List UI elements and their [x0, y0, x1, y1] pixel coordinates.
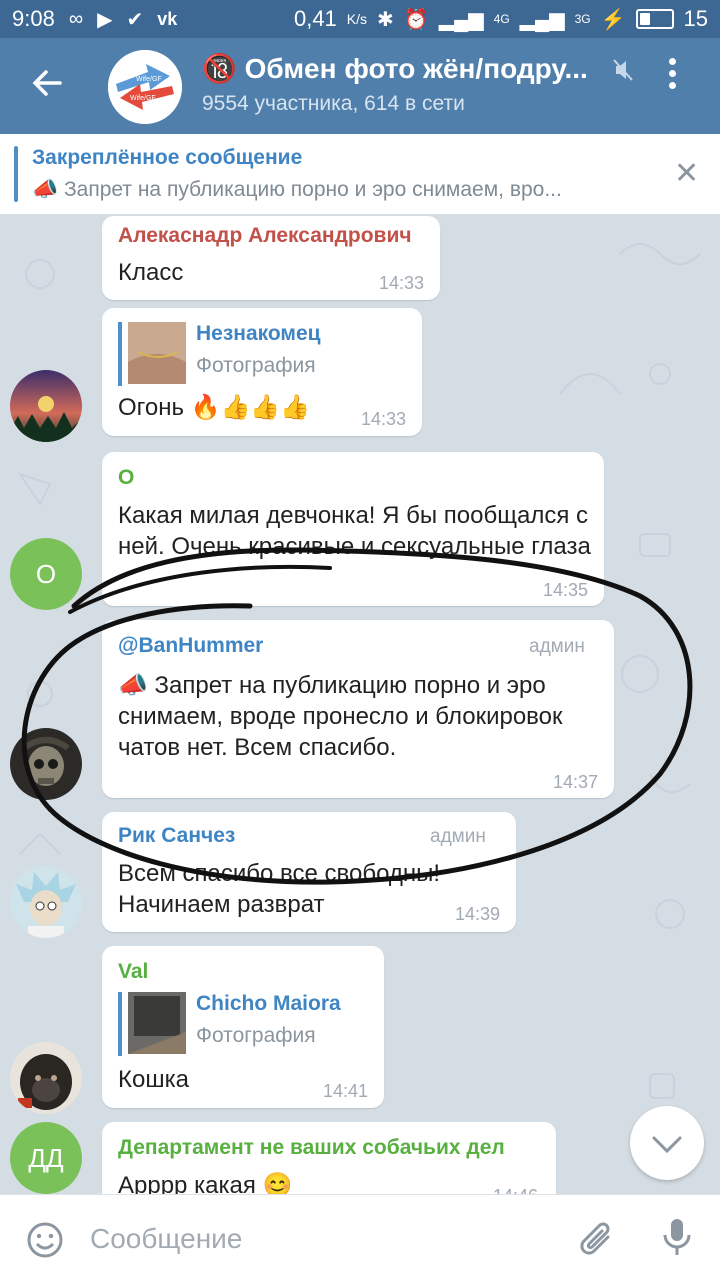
reply-type: Фотография [196, 1024, 316, 1047]
message-bubble[interactable]: @BanHummer админ 📣 Запрет на публикацию … [102, 620, 614, 798]
message-time: 14:39 [455, 904, 501, 924]
chat-title[interactable]: 🔞 Обмен фото жён/подру... [202, 52, 602, 85]
network-type-2: 3G [574, 12, 591, 26]
message-input[interactable]: Сообщение [90, 1223, 242, 1255]
message-sender[interactable]: Val [118, 960, 148, 984]
more-menu-icon[interactable] [666, 58, 678, 94]
avatar-letter: ДД [28, 1143, 64, 1173]
message-list[interactable]: Алекаснадр Александрович Класс 14:33 Нез… [0, 214, 720, 1194]
message-time: 14:33 [361, 409, 407, 429]
chevron-down-icon [652, 1136, 682, 1154]
charging-icon: ⚡ [600, 8, 626, 31]
signal-icon-2: ▂▄▆ [519, 8, 565, 31]
battery-level: 15 [683, 6, 708, 31]
pinned-title: Закреплённое сообщение [32, 146, 303, 169]
avatar[interactable] [10, 370, 82, 442]
chat-subtitle: 9554 участника, 614 в сети [202, 92, 465, 115]
check-circle-icon: ✔ [126, 8, 144, 31]
chat-header: Wife/GF Wife/GF 🔞 Обмен фото жён/подру..… [0, 38, 720, 134]
avatar-letter: O [35, 559, 57, 589]
message-text: Арррр какая 😊 [118, 1172, 293, 1194]
message-time: 14:46 [493, 1186, 538, 1194]
bluetooth-icon: ✱ [377, 8, 394, 31]
message-time: 14:33 [379, 273, 425, 293]
back-arrow-icon[interactable] [30, 66, 64, 108]
message-text: Кошка [118, 1066, 189, 1093]
pinned-message[interactable]: Закреплённое сообщение 📣 Запрет на публи… [0, 134, 720, 215]
infinity-icon: ∞ [68, 7, 84, 30]
message-sender[interactable]: O [118, 466, 134, 490]
scroll-down-button[interactable] [630, 1106, 704, 1180]
message-text: Какая милая девчонка! Я бы пообщался с н… [118, 502, 591, 560]
reply-type: Фотография [196, 354, 316, 377]
network-speed: 0,41 [293, 6, 337, 31]
muted-icon [612, 58, 634, 88]
message-text: 📣 Запрет на публикацию порно и эро снима… [118, 672, 563, 761]
message-sender[interactable]: Алекаснадр Александрович [118, 224, 412, 248]
message-bubble[interactable]: Незнакомец Фотография Огонь 🔥👍👍👍 14:33 [102, 308, 422, 436]
microphone-icon[interactable] [660, 1217, 694, 1264]
message-text: Огонь 🔥👍👍👍 [118, 394, 311, 421]
status-bar: 9:08 ∞ ▶ ✔ vk 0,41 K/s ✱ ⏰ ▂▄▆ 4G ▂▄▆ 3G… [0, 0, 720, 38]
signal-icon: ▂▄▆ [438, 8, 484, 31]
close-icon[interactable]: ✕ [674, 156, 699, 191]
avatar[interactable]: O [10, 538, 82, 610]
message-time: 14:37 [553, 772, 599, 792]
message-bubble[interactable]: Алекаснадр Александрович Класс 14:33 [102, 216, 440, 300]
message-text: Класс [118, 259, 184, 286]
alarm-icon: ⏰ [403, 8, 429, 31]
message-sender[interactable]: @BanHummer [118, 634, 263, 658]
message-sender[interactable]: Рик Санчез [118, 824, 235, 848]
network-speed-unit: K/s [346, 11, 368, 27]
emoji-icon[interactable] [26, 1221, 64, 1264]
avatar-text-2: Wife/GF [130, 95, 156, 102]
message-time: 14:35 [543, 580, 589, 600]
admin-badge: админ [430, 826, 486, 847]
network-type-1: 4G [493, 12, 510, 26]
pinned-text: 📣 Запрет на публикацию порно и эро снима… [32, 178, 562, 201]
avatar-text-1: Wife/GF [136, 76, 162, 83]
reply-preview[interactable]: Chicho Maiora Фотография [118, 992, 378, 1056]
avatar[interactable] [10, 728, 82, 800]
pinned-bar [14, 146, 18, 202]
reply-name: Незнакомец [196, 322, 321, 345]
battery-icon [635, 9, 674, 29]
vk-icon: vk [157, 8, 178, 29]
message-sender[interactable]: Департамент не ваших собачьих дел [118, 1136, 548, 1160]
reply-name: Chicho Maiora [196, 992, 341, 1015]
admin-badge: админ [529, 636, 585, 657]
message-time: 14:41 [323, 1081, 369, 1101]
message-input-bar: Сообщение [0, 1194, 720, 1281]
reply-thumbnail [128, 992, 186, 1054]
reply-thumbnail [128, 322, 186, 384]
status-time: 9:08 [12, 6, 55, 31]
message-bubble[interactable]: O Какая милая девчонка! Я бы пообщался с… [102, 452, 604, 606]
message-bubble[interactable]: Рик Санчез админ Всем спасибо все свобод… [102, 812, 516, 932]
message-text: Всем спасибо все свободны! Начинаем разв… [118, 860, 441, 918]
reply-preview[interactable]: Незнакомец Фотография [118, 322, 412, 386]
avatar[interactable] [10, 866, 82, 938]
avatar[interactable]: ДД [10, 1122, 82, 1194]
group-avatar[interactable]: Wife/GF Wife/GF [108, 50, 182, 124]
play-icon: ▶ [97, 8, 113, 31]
avatar[interactable] [10, 1042, 82, 1114]
attach-icon[interactable] [578, 1219, 616, 1264]
message-bubble[interactable]: Департамент не ваших собачьих дел Арррр … [102, 1122, 556, 1194]
message-bubble[interactable]: Val Chicho Maiora Фотография Кошка 14:41 [102, 946, 384, 1108]
